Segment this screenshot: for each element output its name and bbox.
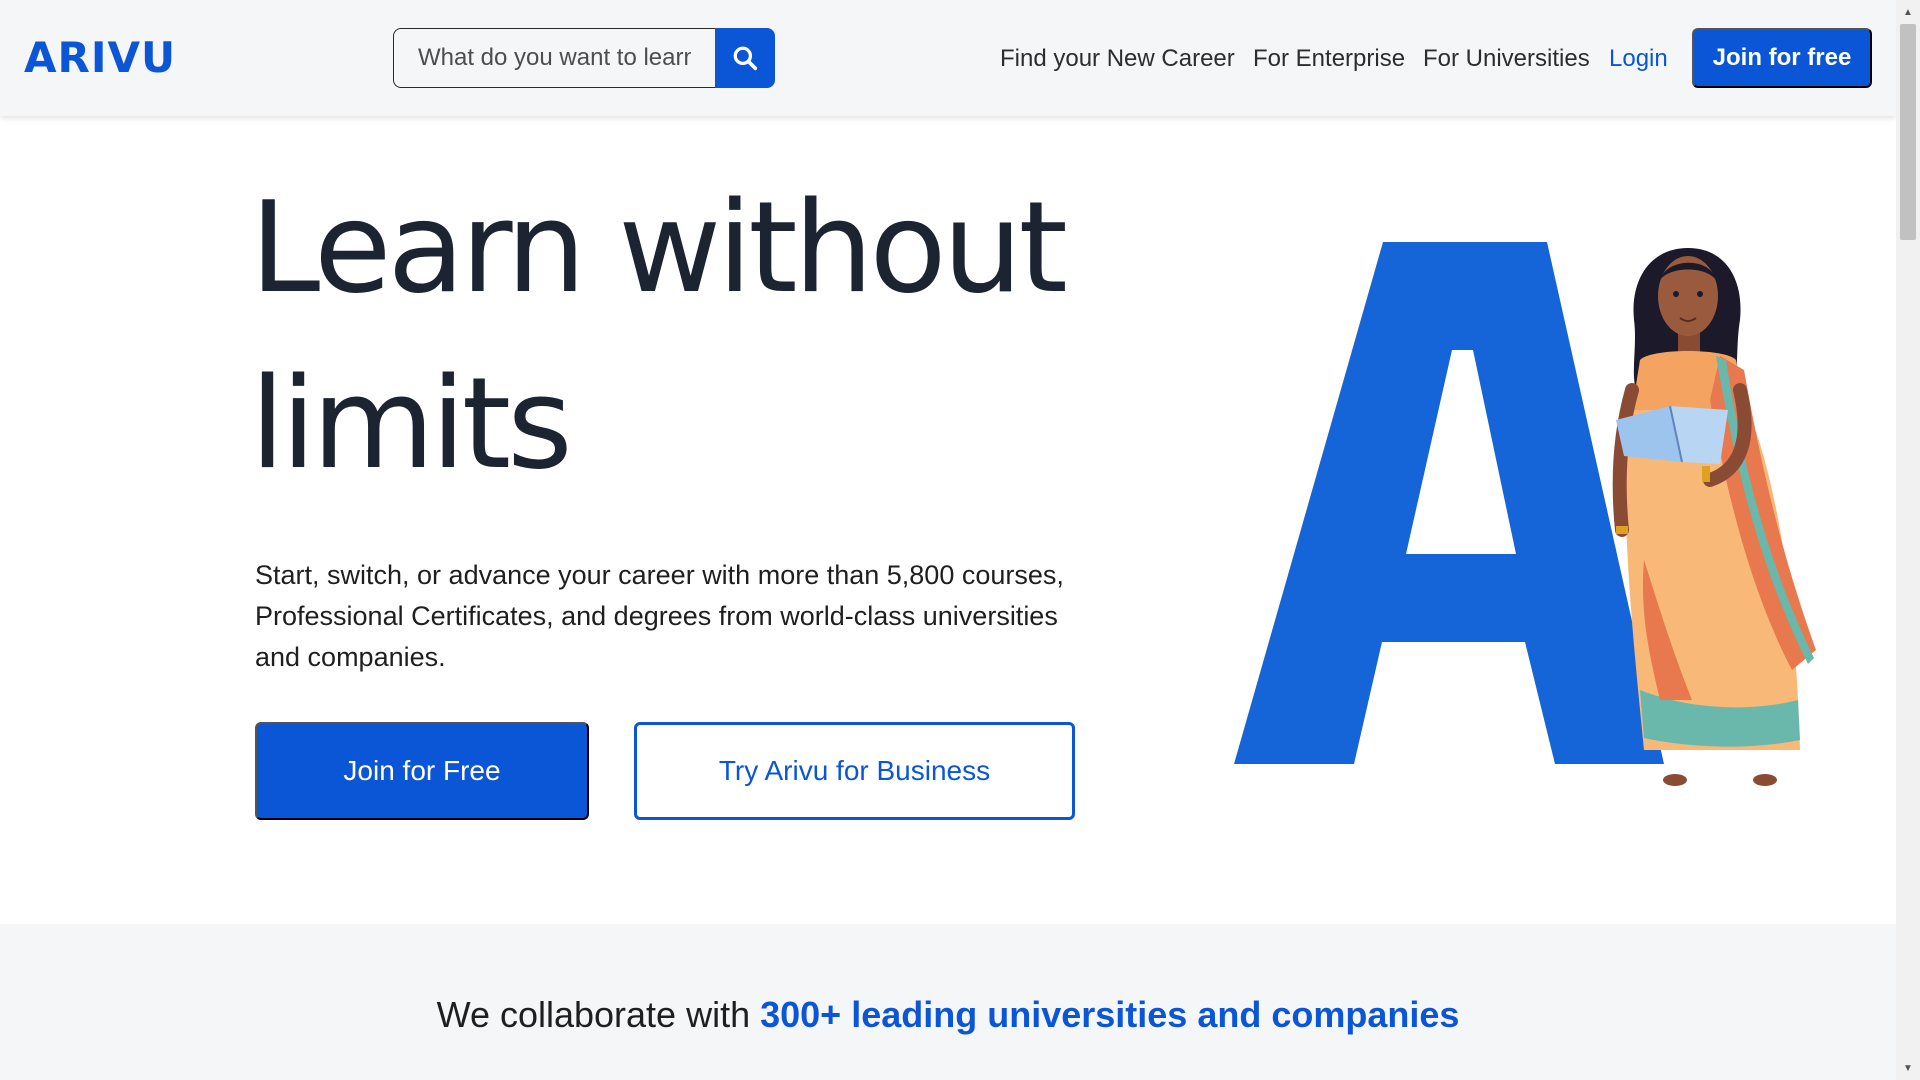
hero-illustration (1220, 230, 1840, 790)
join-for-free-button[interactable]: Join for free (1692, 28, 1872, 88)
woman-reading-graphic (1612, 248, 1816, 786)
landing-page: ARIVU Find your New Career For Enterpris… (0, 0, 1896, 1080)
hero-title: Learn without limits (250, 160, 1150, 512)
hero-title-line1: Learn without (250, 174, 1068, 321)
letter-a-graphic (1234, 242, 1664, 764)
nav-for-enterprise[interactable]: For Enterprise (1253, 44, 1405, 74)
search-button[interactable] (715, 28, 775, 88)
partners-section: We collaborate with 300+ leading univers… (0, 924, 1896, 1080)
nav-find-career[interactable]: Find your New Career (1000, 44, 1235, 74)
partners-prefix: We collaborate with (436, 994, 761, 1035)
search-input[interactable] (393, 28, 715, 88)
site-header: ARIVU Find your New Career For Enterpris… (0, 0, 1896, 116)
hero-title-line2: limits (250, 350, 573, 497)
scroll-down-arrow-icon[interactable]: ▼ (1896, 1058, 1920, 1078)
partners-highlight: 300+ leading universities and companies (760, 994, 1460, 1035)
partners-text: We collaborate with 300+ leading univers… (0, 994, 1896, 1036)
hero-description: Start, switch, or advance your career wi… (255, 560, 1064, 672)
nav-login[interactable]: Login (1609, 44, 1668, 74)
scroll-up-arrow-icon[interactable]: ▲ (1896, 2, 1920, 22)
join-free-cta-button[interactable]: Join for Free (255, 722, 589, 820)
nav-for-universities[interactable]: For Universities (1423, 44, 1590, 74)
arivu-logo[interactable]: ARIVU (24, 36, 176, 80)
page-scrollbar[interactable]: ▲ ▼ (1896, 0, 1920, 1080)
search-bar (393, 28, 775, 88)
try-business-button[interactable]: Try Arivu for Business (634, 722, 1075, 820)
search-icon (733, 46, 758, 71)
scrollbar-thumb[interactable] (1900, 24, 1916, 240)
